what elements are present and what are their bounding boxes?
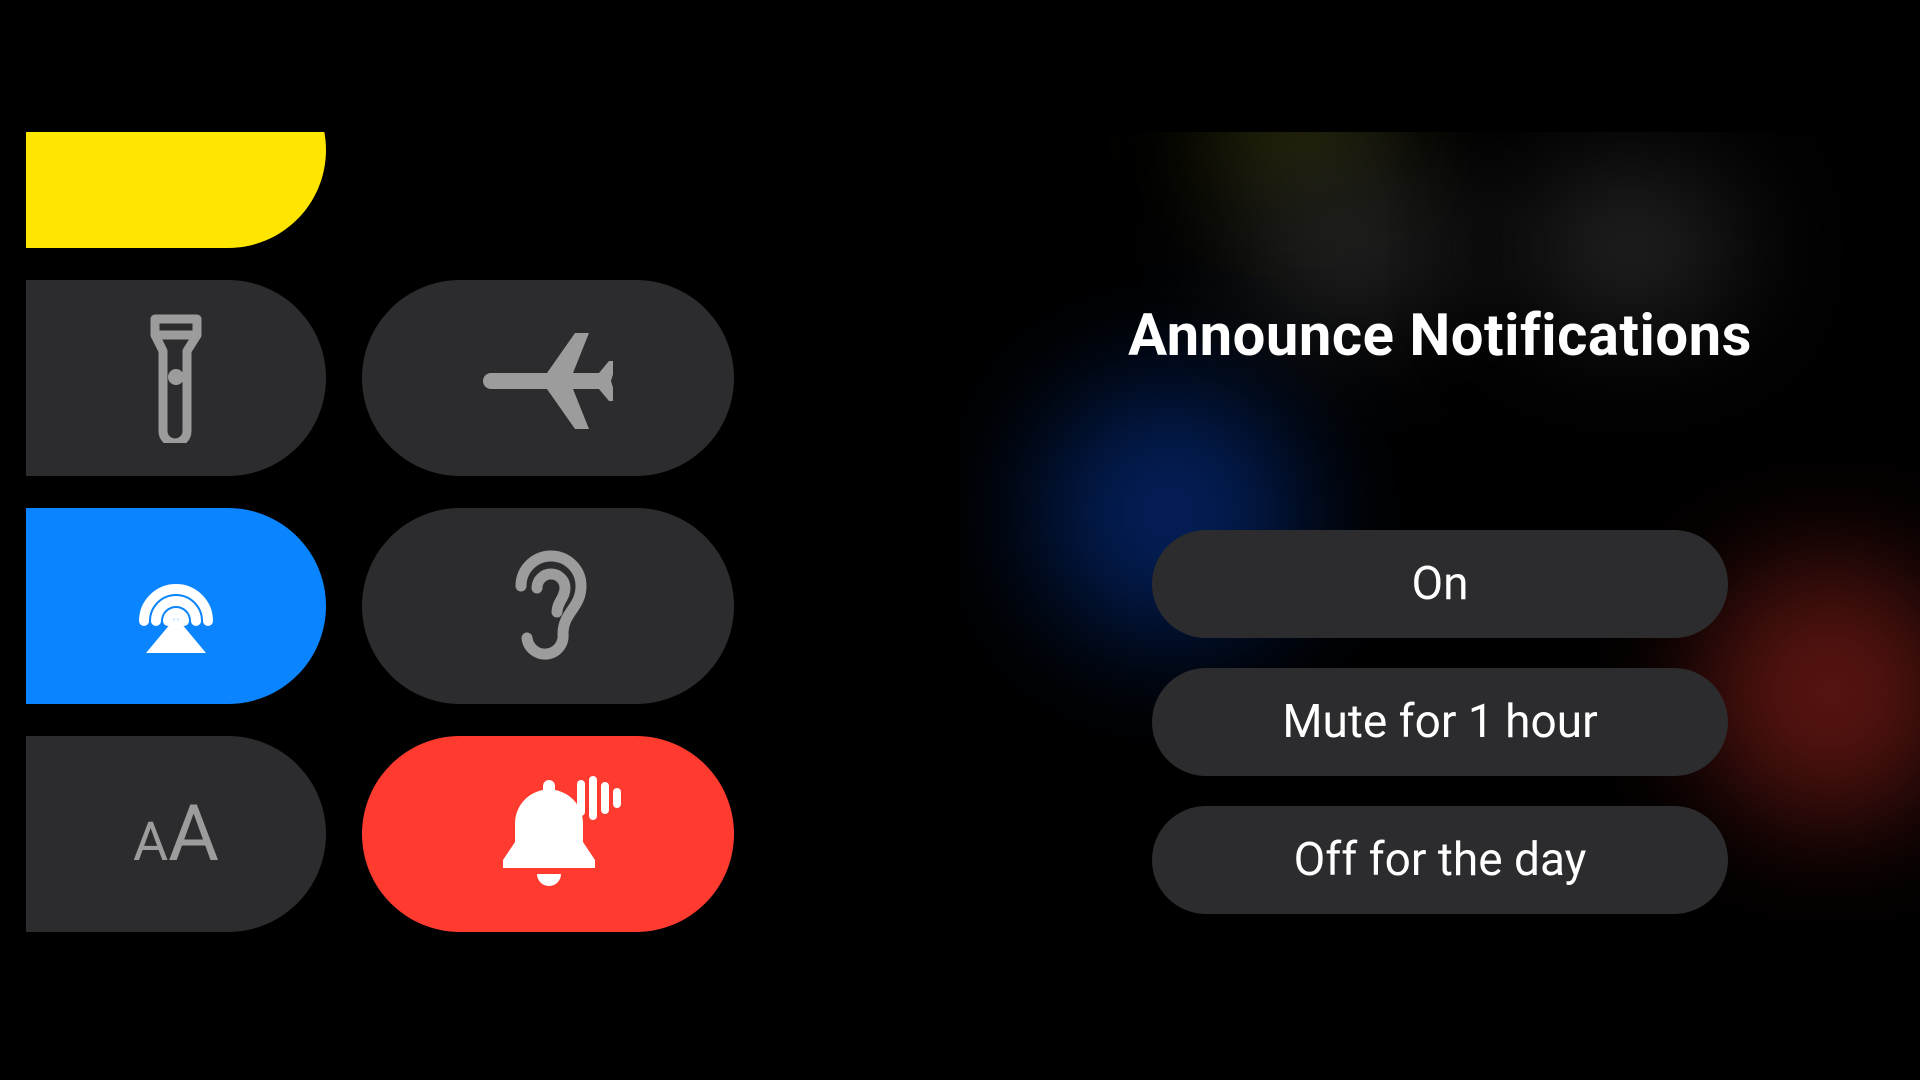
siri-announce-icon (116, 551, 236, 661)
tile-airplane-mode[interactable] (362, 280, 734, 476)
text-size-icon: AA (133, 789, 219, 880)
control-center: AA (0, 132, 960, 948)
tile-text-size[interactable]: AA (26, 736, 326, 932)
option-mute-1h[interactable]: Mute for 1 hour (1152, 668, 1728, 776)
ear-icon (503, 546, 593, 666)
bell-sound-icon (473, 774, 623, 894)
option-off-day[interactable]: Off for the day (1152, 806, 1728, 914)
flashlight-icon (141, 313, 211, 443)
tile-announce-notifications[interactable] (26, 508, 326, 704)
option-label: Off for the day (1294, 833, 1587, 887)
tile-flashlight[interactable] (26, 280, 326, 476)
option-label: On (1411, 557, 1468, 611)
tile-announce-alerts[interactable] (362, 736, 734, 932)
option-label: Mute for 1 hour (1282, 695, 1597, 749)
airplane-icon (483, 323, 613, 433)
sheet-title: Announce Notifications (1128, 302, 1752, 370)
tile-hearing[interactable] (362, 508, 734, 704)
option-on[interactable]: On (1152, 530, 1728, 638)
announce-sheet: Announce Notifications On Mute for 1 hou… (960, 132, 1920, 948)
